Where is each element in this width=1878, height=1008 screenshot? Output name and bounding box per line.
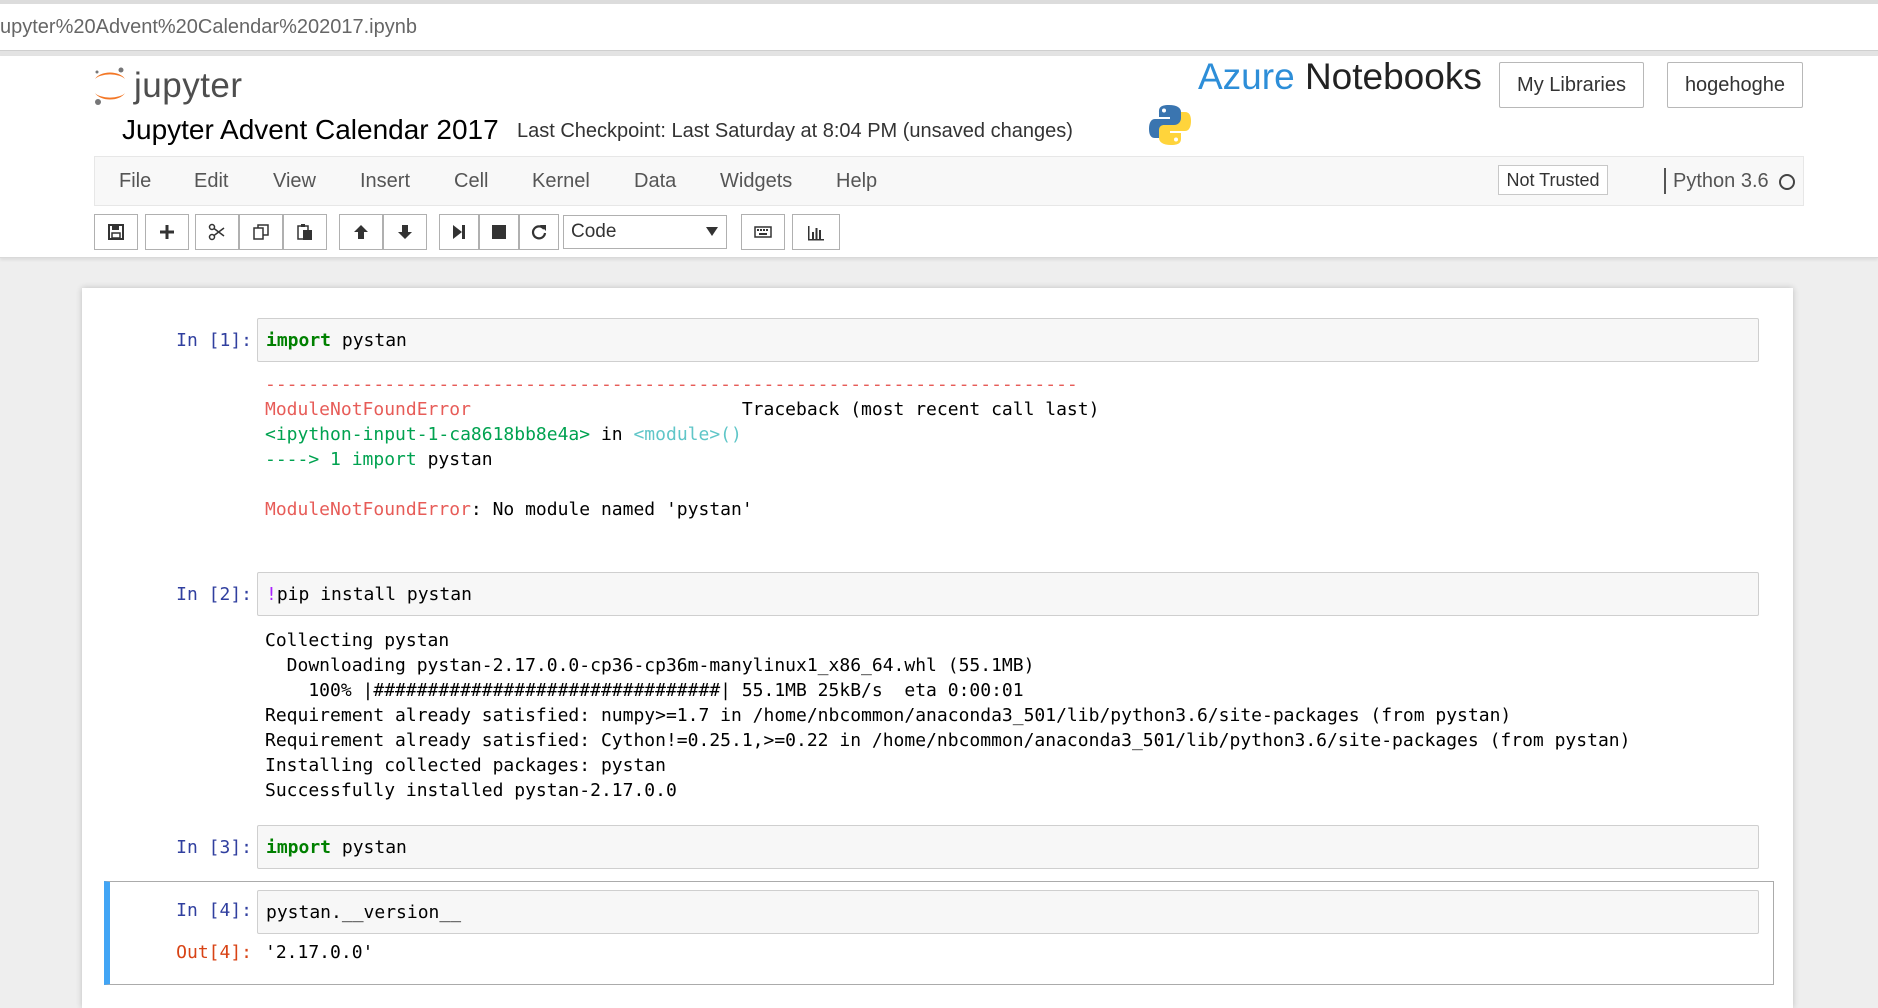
toolbar: Code: [94, 214, 1094, 254]
code-cell[interactable]: In [2]: !pip install pystan Collecting p…: [102, 572, 1772, 812]
insert-cell-button[interactable]: [145, 214, 189, 250]
error-line-text: pystan: [417, 449, 493, 470]
code-cell-selected[interactable]: In [4]: pystan.__version__ Out[4]: '2.17…: [104, 881, 1774, 985]
code-keyword: import: [266, 330, 331, 351]
code-input[interactable]: import pystan: [257, 318, 1759, 362]
output-prompt: Out[4]:: [102, 942, 252, 963]
save-button[interactable]: [94, 214, 138, 250]
move-up-button[interactable]: [339, 214, 383, 250]
cut-button[interactable]: [195, 214, 239, 250]
output-line: Downloading pystan-2.17.0.0-cp36-cp36m-m…: [265, 653, 1630, 678]
code-text: pystan: [331, 837, 407, 858]
error-name: ModuleNotFoundError: [265, 399, 471, 420]
output-line: 100% |################################| …: [265, 678, 1630, 703]
code-text: pip install pystan: [277, 584, 472, 605]
code-keyword: import: [266, 837, 331, 858]
jupyter-logo-text: jupyter: [134, 66, 243, 106]
menu-kernel[interactable]: Kernel: [532, 170, 590, 193]
menubar: File Edit View Insert Cell Kernel Data W…: [94, 156, 1804, 206]
copy-icon: [252, 223, 270, 241]
cut-icon: [208, 223, 226, 241]
menu-help[interactable]: Help: [836, 170, 877, 193]
kernel-idle-indicator-icon: [1779, 174, 1795, 190]
user-account-button[interactable]: hogehoghe: [1667, 62, 1803, 108]
step-forward-icon: [450, 223, 468, 241]
code-input[interactable]: !pip install pystan: [257, 572, 1759, 616]
output-line: Collecting pystan: [265, 628, 1630, 653]
restart-icon: [530, 223, 548, 241]
code-input[interactable]: import pystan: [257, 825, 1759, 869]
output-line: Installing collected packages: pystan: [265, 753, 1630, 778]
menu-data[interactable]: Data: [634, 170, 676, 193]
jupyter-logo-icon: [92, 64, 128, 108]
kernel-name: Python 3.6: [1673, 170, 1769, 193]
traceback-separator: ----------------------------------------…: [265, 374, 1078, 395]
shell-escape: !: [266, 584, 277, 605]
error-message: : No module named 'pystan': [471, 499, 753, 520]
module-reference: <module>(): [633, 424, 741, 445]
notebook-title[interactable]: Jupyter Advent Calendar 2017: [122, 114, 499, 146]
not-trusted-button[interactable]: Not Trusted: [1498, 165, 1608, 195]
code-cell[interactable]: In [3]: import pystan: [102, 825, 1772, 871]
brand-notebooks: Notebooks: [1305, 56, 1482, 97]
error-name-final: ModuleNotFoundError: [265, 499, 471, 520]
in-word: in: [590, 424, 633, 445]
interrupt-kernel-button[interactable]: [479, 214, 519, 250]
notebook-header: jupyter Jupyter Advent Calendar 2017 Las…: [0, 56, 1878, 258]
traceback-label: Traceback (most recent call last): [471, 399, 1100, 420]
notebook-container: In [1]: import pystan ------------------…: [82, 288, 1793, 1008]
python-logo-icon: [1149, 103, 1191, 147]
cell-type-select[interactable]: Code: [563, 215, 727, 249]
error-line-keyword: import: [352, 449, 417, 470]
paste-icon: [296, 223, 314, 241]
menu-widgets[interactable]: Widgets: [720, 170, 792, 193]
chevron-down-icon: [706, 227, 718, 236]
copy-button[interactable]: [239, 214, 283, 250]
plus-icon: [158, 223, 176, 241]
code-text: pystan.__version__: [266, 902, 461, 923]
command-palette-button[interactable]: [741, 214, 785, 250]
code-cell[interactable]: In [1]: import pystan ------------------…: [102, 318, 1772, 538]
save-icon: [107, 223, 125, 241]
restart-kernel-button[interactable]: [519, 214, 559, 250]
cell-type-value: Code: [571, 221, 616, 243]
checkpoint-status: Last Checkpoint: Last Saturday at 8:04 P…: [517, 120, 1073, 143]
code-input[interactable]: pystan.__version__: [257, 890, 1759, 934]
stop-icon: [490, 223, 508, 241]
keyboard-icon: [754, 223, 772, 241]
divider: [1664, 168, 1666, 194]
menu-insert[interactable]: Insert: [360, 170, 410, 193]
menu-cell[interactable]: Cell: [454, 170, 488, 193]
output-line: Requirement already satisfied: numpy>=1.…: [265, 703, 1630, 728]
menu-view[interactable]: View: [273, 170, 316, 193]
execute-result: '2.17.0.0': [265, 940, 373, 965]
output-line: Successfully installed pystan-2.17.0.0: [265, 778, 1630, 803]
menu-edit[interactable]: Edit: [194, 170, 228, 193]
input-prompt: In [2]:: [102, 584, 252, 605]
chart-button[interactable]: [792, 214, 840, 250]
azure-notebooks-brand[interactable]: Azure Notebooks: [1198, 56, 1482, 98]
code-text: pystan: [331, 330, 407, 351]
input-reference: <ipython-input-1-ca8618bb8e4a>: [265, 424, 590, 445]
input-prompt: In [1]:: [102, 330, 252, 351]
bar-chart-icon: [807, 223, 825, 241]
output-line: Requirement already satisfied: Cython!=0…: [265, 728, 1630, 753]
browser-address-bar[interactable]: upyter%20Advent%20Calendar%202017.ipynb: [0, 0, 1878, 51]
input-prompt: In [3]:: [102, 837, 252, 858]
run-cell-button[interactable]: [439, 214, 479, 250]
error-arrow: ----> 1: [265, 449, 352, 470]
menu-file[interactable]: File: [119, 170, 151, 193]
brand-azure: Azure: [1198, 56, 1295, 97]
url-text[interactable]: upyter%20Advent%20Calendar%202017.ipynb: [0, 16, 417, 39]
stream-output: Collecting pystan Downloading pystan-2.1…: [265, 628, 1630, 803]
arrow-up-icon: [352, 223, 370, 241]
my-libraries-button[interactable]: My Libraries: [1499, 62, 1644, 108]
arrow-down-icon: [396, 223, 414, 241]
input-prompt: In [4]:: [102, 900, 252, 921]
paste-button[interactable]: [283, 214, 327, 250]
move-down-button[interactable]: [383, 214, 427, 250]
jupyter-logo[interactable]: jupyter: [92, 61, 243, 111]
error-output: ----------------------------------------…: [265, 372, 1099, 522]
